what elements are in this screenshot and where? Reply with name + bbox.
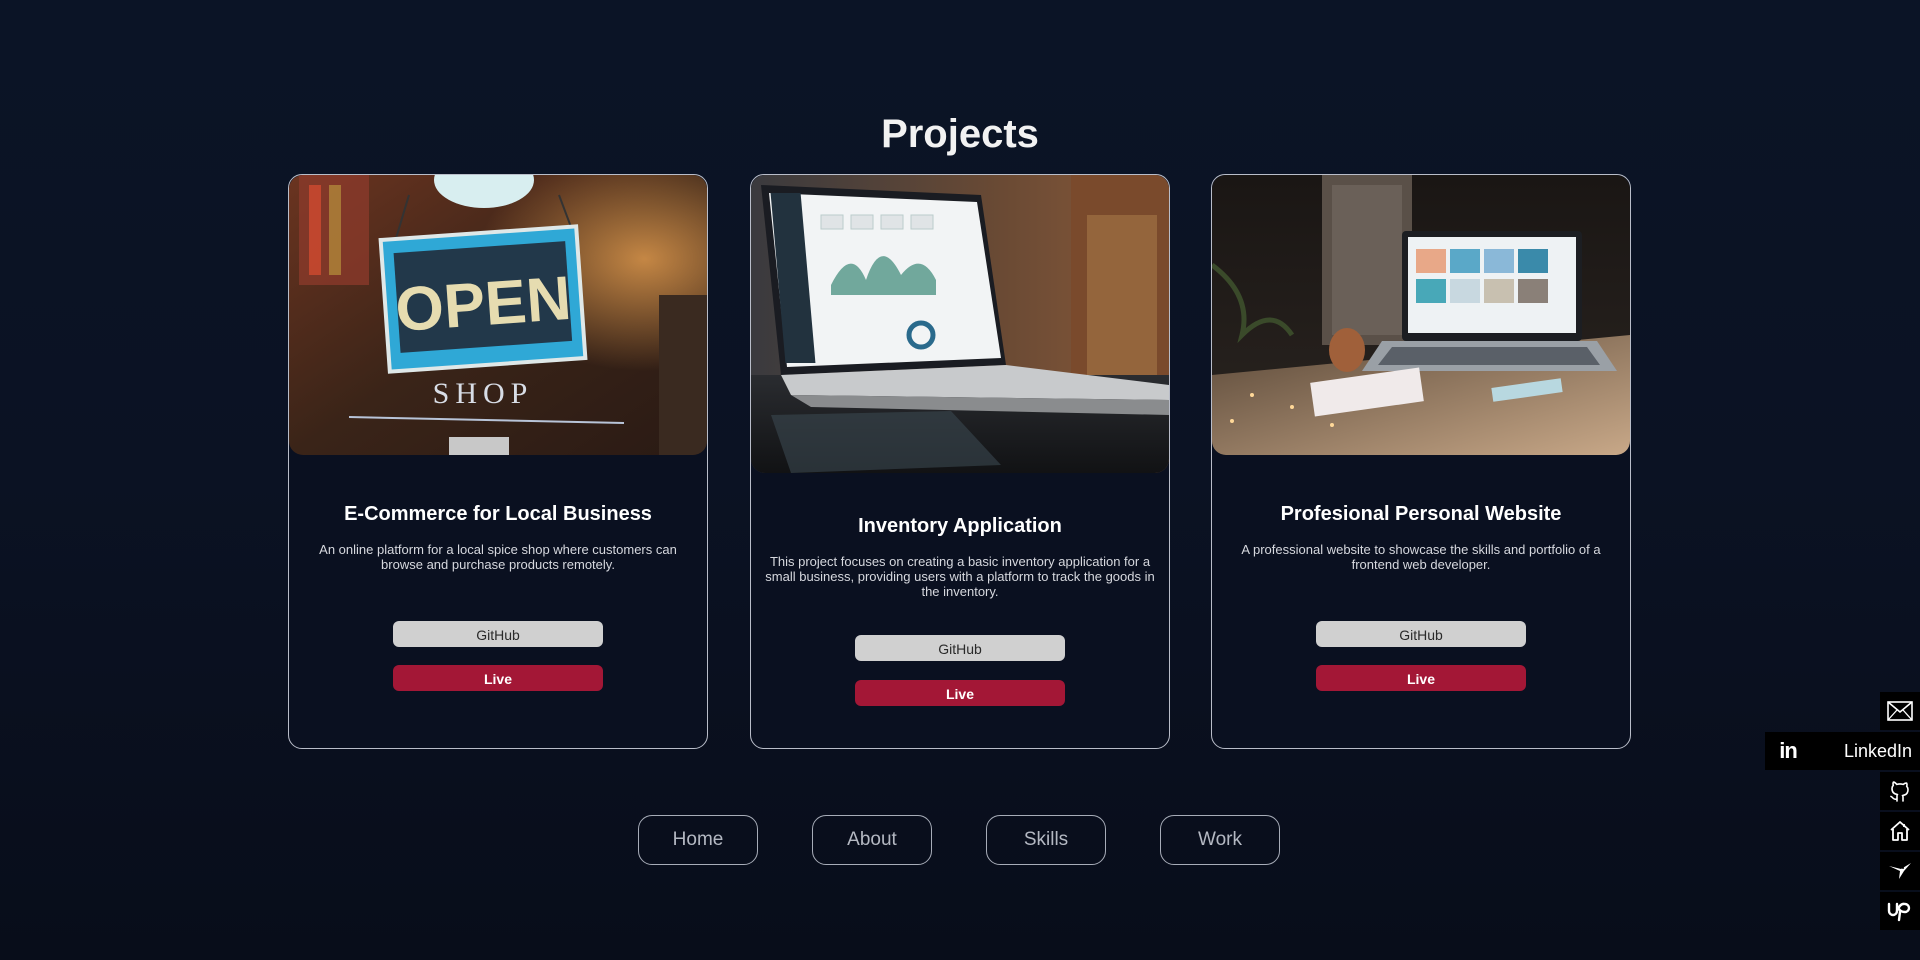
page: Projects OPEN SHOP E-Commerce for Local … <box>0 0 1920 960</box>
hummingbird-link[interactable] <box>1880 852 1920 890</box>
linkedin-icon: in <box>1765 732 1811 770</box>
nav-skills-button[interactable]: Skills <box>986 815 1106 865</box>
mail-icon <box>1880 692 1920 730</box>
hummingbird-icon <box>1880 852 1920 890</box>
section-title: Projects <box>881 112 1039 156</box>
github-link[interactable] <box>1880 772 1920 810</box>
github-icon <box>1880 772 1920 810</box>
github-button[interactable]: GitHub <box>1316 621 1526 647</box>
svg-text:SHOP: SHOP <box>433 377 534 410</box>
project-description: An online platform for a local spice sho… <box>319 542 677 572</box>
nav-about-button[interactable]: About <box>812 815 932 865</box>
project-title: E-Commerce for Local Business <box>344 503 652 525</box>
github-button[interactable]: GitHub <box>393 621 603 647</box>
project-card: Profesional Personal Website A professio… <box>1211 174 1631 749</box>
project-card-body: Profesional Personal Website A professio… <box>1212 503 1630 691</box>
project-image-laptop-desk <box>1212 175 1630 455</box>
linkedin-link[interactable]: in LinkedIn <box>1765 732 1920 770</box>
live-button[interactable]: Live <box>1316 665 1526 691</box>
linkedin-label: LinkedIn <box>1843 740 1912 761</box>
project-image-laptop-dashboard <box>751 175 1169 473</box>
svg-text:OPEN: OPEN <box>393 264 573 345</box>
live-button[interactable]: Live <box>393 665 603 691</box>
project-title: Inventory Application <box>858 515 1062 537</box>
live-button[interactable]: Live <box>855 680 1065 706</box>
project-image-open-shop: OPEN SHOP <box>289 175 707 455</box>
mail-link[interactable] <box>1880 692 1920 730</box>
project-card-body: E-Commerce for Local Business An online … <box>289 503 707 691</box>
nav-home-button[interactable]: Home <box>638 815 758 865</box>
project-card: Inventory Application This project focus… <box>750 174 1170 749</box>
upwork-icon <box>1880 892 1920 930</box>
bottom-nav: Home About Skills Work <box>638 815 1282 865</box>
project-description: This project focuses on creating a basic… <box>765 554 1155 599</box>
project-description: A professional website to showcase the s… <box>1241 542 1601 572</box>
home-link[interactable] <box>1880 812 1920 850</box>
github-button[interactable]: GitHub <box>855 635 1065 661</box>
project-card: OPEN SHOP E-Commerce for Local Business … <box>288 174 708 749</box>
home-icon <box>1880 812 1920 850</box>
nav-work-button[interactable]: Work <box>1160 815 1280 865</box>
upwork-link[interactable] <box>1880 892 1920 930</box>
project-card-body: Inventory Application This project focus… <box>751 515 1169 706</box>
project-title: Profesional Personal Website <box>1280 503 1562 525</box>
